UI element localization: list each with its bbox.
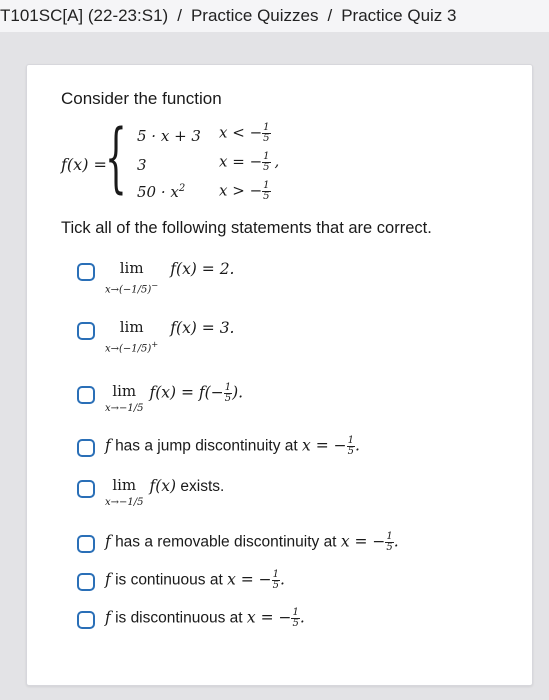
option-body-text: ).: [232, 383, 244, 402]
function-name: f(x) =: [61, 155, 107, 174]
fraction-denominator: 5: [263, 162, 270, 173]
one-sided-sign: +: [151, 339, 159, 349]
option-text: is discontinuous at: [115, 609, 243, 627]
fraction: 15: [291, 608, 300, 629]
function-symbol: f: [105, 532, 111, 551]
case-condition-text: x < −: [219, 123, 263, 142]
option-1[interactable]: lim x→(−1/5)− f(x) = 2.: [77, 259, 235, 295]
fraction-denominator: 5: [386, 542, 393, 553]
limit-subscript: x→−1/5: [105, 497, 144, 508]
checkbox[interactable]: [77, 439, 95, 457]
option-4[interactable]: f has a jump discontinuity at x = −1 5.: [77, 436, 360, 457]
limit-subscript: x→(−1/5)+: [105, 339, 158, 354]
fraction: 15: [262, 123, 271, 144]
case-3-expression: 50 · x2: [137, 183, 185, 201]
math-condition: x = −: [340, 532, 386, 551]
option-text: has a jump discontinuity at: [115, 437, 298, 455]
limit-expression: lim x→−1/5: [105, 382, 144, 414]
fraction-denominator: 5: [347, 446, 354, 457]
option-text: has a removable discontinuity at: [115, 533, 337, 551]
fraction: 15: [262, 152, 271, 173]
case-2-expression: 3: [137, 156, 147, 174]
checkbox[interactable]: [77, 386, 95, 404]
limit-subscript-text: x→(−1/5): [105, 343, 152, 355]
question-instruction: Tick all of the following statements tha…: [61, 219, 432, 237]
option-2-body: f(x) = 3.: [170, 319, 235, 337]
breadcrumb-separator: /: [327, 6, 333, 25]
fraction: 15: [223, 383, 233, 404]
math-condition: x = −: [246, 608, 292, 627]
function-symbol: f: [105, 570, 111, 589]
fraction-denominator: 5: [224, 393, 232, 404]
option-6-text: f has a removable discontinuity at x = −…: [105, 532, 399, 553]
option-3-body: f(x) = f(− 1 5).: [150, 383, 244, 404]
limit-expression: lim x→(−1/5)+: [105, 318, 158, 354]
option-punctuation: .: [280, 570, 285, 589]
breadcrumb-separator: /: [177, 6, 182, 25]
piecewise-brace: {: [105, 112, 127, 201]
case-2-condition: x = −1 5,: [219, 152, 279, 173]
option-6[interactable]: f has a removable discontinuity at x = −…: [77, 532, 399, 553]
fraction: 15: [271, 570, 281, 591]
option-punctuation: .: [354, 436, 360, 455]
case-1-expression: 5 · x + 3: [137, 127, 201, 145]
case-condition-text: x > −: [219, 181, 263, 200]
checkbox[interactable]: [77, 480, 95, 498]
exponent: 2: [178, 183, 186, 194]
option-7[interactable]: f is continuous at x = −1 5.: [77, 570, 285, 591]
fraction-denominator: 5: [272, 580, 280, 591]
question-card: Consider the function f(x) = { 5 · x + 3…: [26, 64, 533, 686]
lim-word: lim: [112, 382, 137, 400]
function-symbol: f: [105, 608, 111, 627]
checkbox[interactable]: [77, 322, 95, 340]
lim-word: lim: [119, 318, 144, 336]
option-8-text: f is discontinuous at x = −1 5.: [105, 608, 305, 629]
fraction-denominator: 5: [263, 191, 270, 202]
breadcrumb-section-link[interactable]: Practice Quizzes: [191, 0, 319, 32]
limit-subscript-text: x→(−1/5): [105, 284, 152, 296]
checkbox[interactable]: [77, 263, 95, 281]
fraction-denominator: 5: [292, 618, 299, 629]
math-condition: x = −: [302, 436, 347, 455]
lim-word: lim: [119, 259, 144, 277]
case-condition-text: x = −: [219, 152, 263, 171]
function-symbol: f: [105, 436, 111, 455]
question-intro: Consider the function: [61, 89, 222, 108]
option-7-text: f is continuous at x = −1 5.: [105, 570, 285, 591]
option-body-text: f(x) = f(−: [149, 383, 224, 402]
fraction: 15: [385, 532, 394, 553]
limit-subscript: x→−1/5: [105, 403, 144, 414]
option-8[interactable]: f is discontinuous at x = −1 5.: [77, 608, 305, 629]
option-3[interactable]: lim x→−1/5 f(x) = f(− 1 5).: [77, 382, 244, 414]
option-punctuation: .: [299, 608, 305, 627]
option-5[interactable]: lim x→−1/5 f(x) exists.: [77, 476, 225, 508]
breadcrumb: T101SC[A] (22-23:S1) / Practice Quizzes / Pr…: [0, 0, 549, 32]
case-3-condition: x > −1 5: [219, 181, 271, 202]
option-text: exists.: [180, 478, 225, 495]
fraction: 15: [262, 181, 271, 202]
case-1-condition: x < −1 5: [219, 123, 271, 144]
lim-word: lim: [112, 476, 137, 494]
case-trailing-comma: ,: [274, 152, 280, 171]
fraction: 15: [346, 436, 355, 457]
limit-expression: lim x→(−1/5)−: [105, 259, 158, 295]
one-sided-sign: −: [151, 280, 159, 290]
option-5-body: f(x) exists.: [150, 477, 225, 496]
option-2[interactable]: lim x→(−1/5)+ f(x) = 3.: [77, 318, 235, 354]
option-text: is continuous at: [115, 571, 223, 589]
option-body-text: f(x): [149, 477, 177, 495]
option-4-text: f has a jump discontinuity at x = −1 5.: [105, 436, 360, 457]
checkbox[interactable]: [77, 573, 95, 591]
breadcrumb-current-page: Practice Quiz 3: [341, 6, 457, 25]
checkbox[interactable]: [77, 535, 95, 553]
fraction-denominator: 5: [263, 133, 270, 144]
option-1-body: f(x) = 2.: [170, 260, 235, 278]
checkbox[interactable]: [77, 611, 95, 629]
limit-subscript: x→(−1/5)−: [105, 280, 158, 295]
case-expression-text: 50 · x: [137, 183, 179, 201]
breadcrumb-course-link[interactable]: T101SC[A] (22-23:S1): [0, 0, 168, 32]
option-punctuation: .: [393, 532, 399, 551]
math-condition: x = −: [227, 570, 272, 589]
limit-expression: lim x→−1/5: [105, 476, 144, 508]
